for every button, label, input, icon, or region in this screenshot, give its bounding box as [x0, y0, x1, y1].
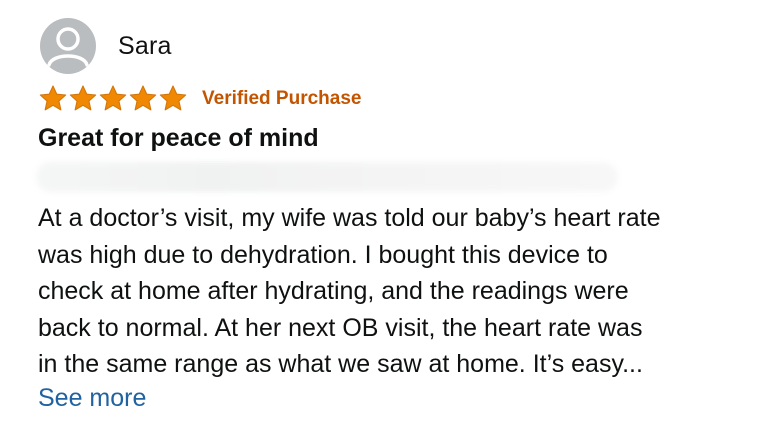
rating-row: Verified Purchase	[38, 84, 361, 113]
star-icon	[129, 85, 157, 111]
reviewer-name[interactable]: Sara	[118, 32, 172, 61]
review-body-line: was high due to dehydration. I bought th…	[38, 240, 608, 269]
review-body: At a doctor’s visit, my wife was told ou…	[38, 200, 738, 383]
avatar[interactable]	[40, 18, 96, 74]
review-body-line: back to normal. At her next OB visit, th…	[38, 313, 643, 342]
review-title: Great for peace of mind	[38, 124, 319, 152]
star-icon	[99, 85, 127, 111]
star-icon	[69, 85, 97, 111]
verified-purchase-badge: Verified Purchase	[202, 87, 362, 109]
review-body-line: check at home after hydrating, and the r…	[38, 277, 629, 305]
review-body-line: At a doctor’s visit, my wife was told ou…	[38, 204, 661, 232]
star-icon	[159, 85, 187, 111]
star-rating[interactable]	[38, 84, 188, 113]
review-body-line: in the same range as what we saw at home…	[38, 350, 643, 378]
blurred-line	[36, 162, 618, 192]
see-more-link[interactable]: See more	[38, 384, 146, 413]
person-icon	[47, 27, 89, 67]
star-icon	[39, 85, 67, 111]
review-card: Sara Verified Purchase Great for peace o…	[0, 0, 768, 440]
reviewer-header: Sara	[40, 18, 172, 74]
